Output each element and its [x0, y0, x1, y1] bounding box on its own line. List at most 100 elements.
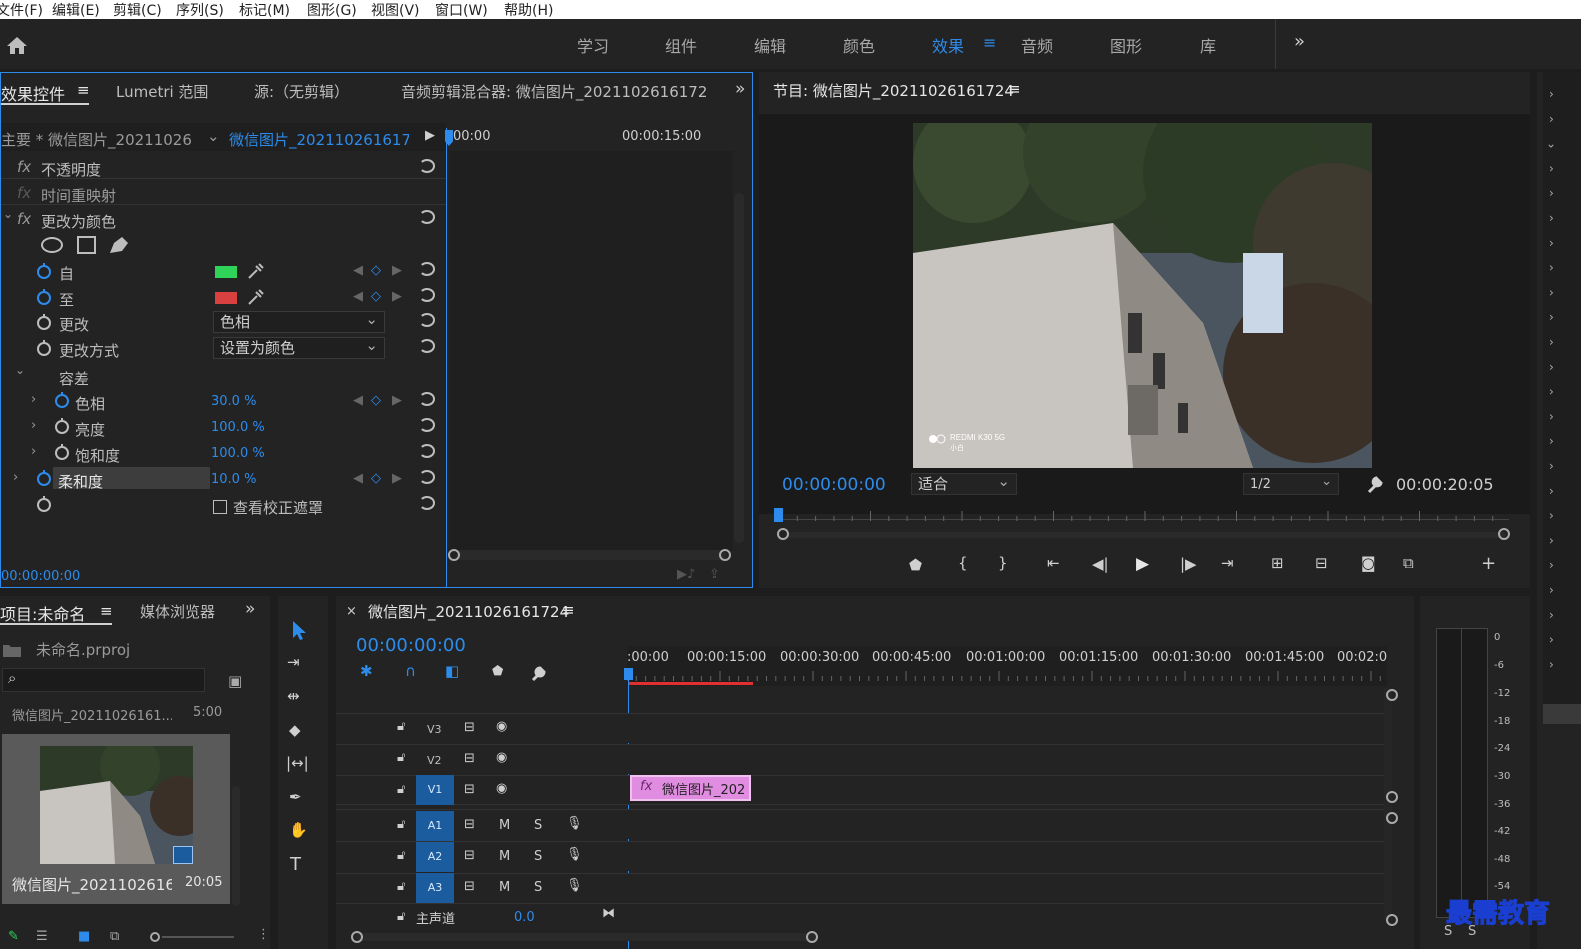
fit-dropdown[interactable]: 适合 [911, 471, 1017, 495]
prev-keyframe-icon[interactable]: ◀ [353, 393, 363, 408]
master-volume-value[interactable]: 0.0 [514, 910, 535, 925]
mute-button[interactable]: M [499, 880, 510, 895]
stopwatch-icon[interactable] [54, 391, 70, 409]
add-keyframe-icon[interactable]: ◇ [371, 393, 381, 408]
more-options-icon[interactable]: ⋮ [257, 927, 270, 942]
chevron-icon[interactable]: › [1549, 459, 1554, 473]
tab-menu-icon[interactable]: ≡ [562, 601, 575, 619]
close-icon[interactable]: × [346, 604, 357, 619]
menu-edit[interactable]: 编辑(E) [52, 0, 100, 20]
next-keyframe-icon[interactable]: ▶ [392, 393, 402, 408]
reset-icon[interactable] [419, 470, 435, 484]
ec-zoom-scrollbar[interactable] [456, 550, 726, 560]
stopwatch-icon[interactable] [54, 443, 70, 461]
track-target-v1[interactable]: V1 [416, 775, 454, 805]
reset-icon[interactable] [419, 392, 435, 406]
collapsed-effects-list[interactable]: › › ⌄ › › › › › › › › › › › › › › › › › › › › › [1537, 72, 1581, 712]
chevron-down-icon[interactable]: ⌄ [15, 363, 25, 377]
solo-button[interactable]: S [534, 849, 542, 864]
chevron-icon[interactable]: › [1549, 310, 1554, 324]
chevron-icon[interactable]: › [1549, 87, 1554, 101]
tab-menu-icon[interactable]: ≡ [100, 602, 113, 620]
stopwatch-icon[interactable] [36, 495, 52, 513]
timeline-v-scrollbar[interactable] [1384, 688, 1392, 920]
track-target-a3[interactable]: A3 [416, 873, 454, 903]
timeline-timecode[interactable]: 00:00:00:00 [356, 635, 466, 656]
step-forward-icon[interactable]: |▶ [1180, 555, 1197, 573]
scroll-handle[interactable] [806, 931, 818, 943]
change-to-color-label[interactable]: 更改为颜色 [41, 211, 116, 232]
selection-tool-icon[interactable] [288, 619, 310, 641]
video-frame[interactable]: REDMI K30 5G 小白 [913, 123, 1372, 468]
eye-icon[interactable]: ◉ [496, 750, 507, 765]
type-tool-icon[interactable]: T [290, 854, 301, 875]
menu-clip[interactable]: 剪辑(C) [113, 0, 162, 20]
tolerance-label[interactable]: 容差 [59, 368, 89, 389]
program-timecode[interactable]: 00:00:00:00 [782, 475, 886, 495]
workspace-menu-icon[interactable]: ≡ [983, 33, 996, 52]
chevron-right-icon[interactable]: › [13, 470, 18, 485]
saturation-value[interactable]: 100.0 % [211, 446, 265, 461]
lock-icon[interactable]: 🔓︎ [397, 817, 405, 832]
slip-tool-icon[interactable]: |↔| [286, 754, 309, 772]
zoom-handle-right[interactable] [1498, 528, 1510, 540]
chevron-right-icon[interactable]: › [31, 418, 36, 433]
mark-out-icon[interactable]: } [998, 554, 1008, 572]
chevron-icon[interactable]: ⌄ [1546, 137, 1556, 151]
solo-button[interactable]: S [534, 880, 542, 895]
program-ruler[interactable] [779, 509, 1509, 521]
go-to-end-icon[interactable]: ⧓ [602, 906, 615, 921]
program-zoom-bar[interactable] [787, 532, 1505, 538]
freeform-view-icon[interactable]: ⧉ [110, 929, 119, 944]
lock-icon[interactable]: 🔓︎ [397, 879, 405, 894]
prev-keyframe-icon[interactable]: ◀ [353, 471, 363, 486]
new-bin-icon[interactable]: ▣ [228, 672, 242, 690]
lock-icon[interactable]: 🔓︎ [397, 719, 405, 734]
timeline-playhead-handle[interactable] [624, 668, 633, 680]
ec-timecode[interactable]: 00:00:00:00 [1, 569, 80, 584]
stopwatch-icon[interactable] [36, 339, 52, 357]
mic-icon[interactable]: 🎙︎ [566, 847, 583, 862]
nest-icon[interactable]: ✱ [360, 662, 373, 680]
tab-effect-controls[interactable]: 效果控件 [1, 81, 65, 105]
reset-icon[interactable] [419, 313, 435, 327]
chevron-icon[interactable]: › [1549, 261, 1554, 275]
to-color-swatch[interactable] [215, 292, 237, 304]
add-keyframe-icon[interactable]: ◇ [371, 471, 381, 486]
tab-project[interactable]: 项目:未命名 [0, 601, 85, 625]
stopwatch-icon[interactable] [54, 417, 70, 435]
opacity-label[interactable]: 不透明度 [41, 159, 101, 180]
icon-view-icon[interactable]: ■ [78, 929, 90, 944]
prev-keyframe-icon[interactable]: ◀ [353, 263, 363, 278]
mic-icon[interactable]: 🎙︎ [566, 816, 583, 831]
chevron-icon[interactable]: › [1549, 633, 1554, 647]
audio-filter-icon[interactable]: ▶♪ [677, 567, 695, 582]
project-item-name[interactable]: 微信图片_202110261​6... [12, 874, 172, 895]
stopwatch-icon[interactable] [36, 288, 52, 306]
sync-lock-icon[interactable]: ⊟ [464, 751, 475, 766]
reset-icon[interactable] [419, 418, 435, 432]
from-color-swatch[interactable] [215, 266, 237, 278]
add-marker-icon[interactable]: ⬟ [492, 664, 503, 679]
add-keyframe-icon[interactable]: ◇ [371, 289, 381, 304]
more-tabs-icon[interactable]: » [245, 599, 255, 619]
sync-lock-icon[interactable]: ⊟ [464, 782, 475, 797]
menu-marker[interactable]: 标记(M) [239, 0, 290, 20]
program-title[interactable]: 节目: 微信图片_20211026161724 [773, 80, 1014, 101]
prev-keyframe-icon[interactable]: ◀ [353, 289, 363, 304]
export-icon[interactable]: ⇪ [709, 567, 720, 582]
zoom-handle-left[interactable] [448, 549, 460, 561]
timeline-h-scrollbar[interactable] [356, 933, 816, 941]
fx-icon[interactable]: fx [17, 210, 31, 228]
scroll-thumb[interactable] [1543, 704, 1581, 724]
chevron-icon[interactable]: › [1549, 509, 1554, 523]
zoom-slider[interactable] [162, 936, 234, 938]
wrench-icon[interactable] [530, 664, 548, 682]
chevron-down-icon[interactable]: ⌄ [3, 207, 13, 221]
play-icon[interactable]: ▶ [1136, 554, 1149, 574]
show-mask-checkbox[interactable] [213, 500, 227, 514]
chevron-icon[interactable]: › [1549, 484, 1554, 498]
project-item-top[interactable]: 微信图片_20211026161... [12, 705, 172, 724]
workspace-editing[interactable]: 编辑 [754, 33, 786, 57]
scroll-handle[interactable] [1386, 791, 1398, 803]
